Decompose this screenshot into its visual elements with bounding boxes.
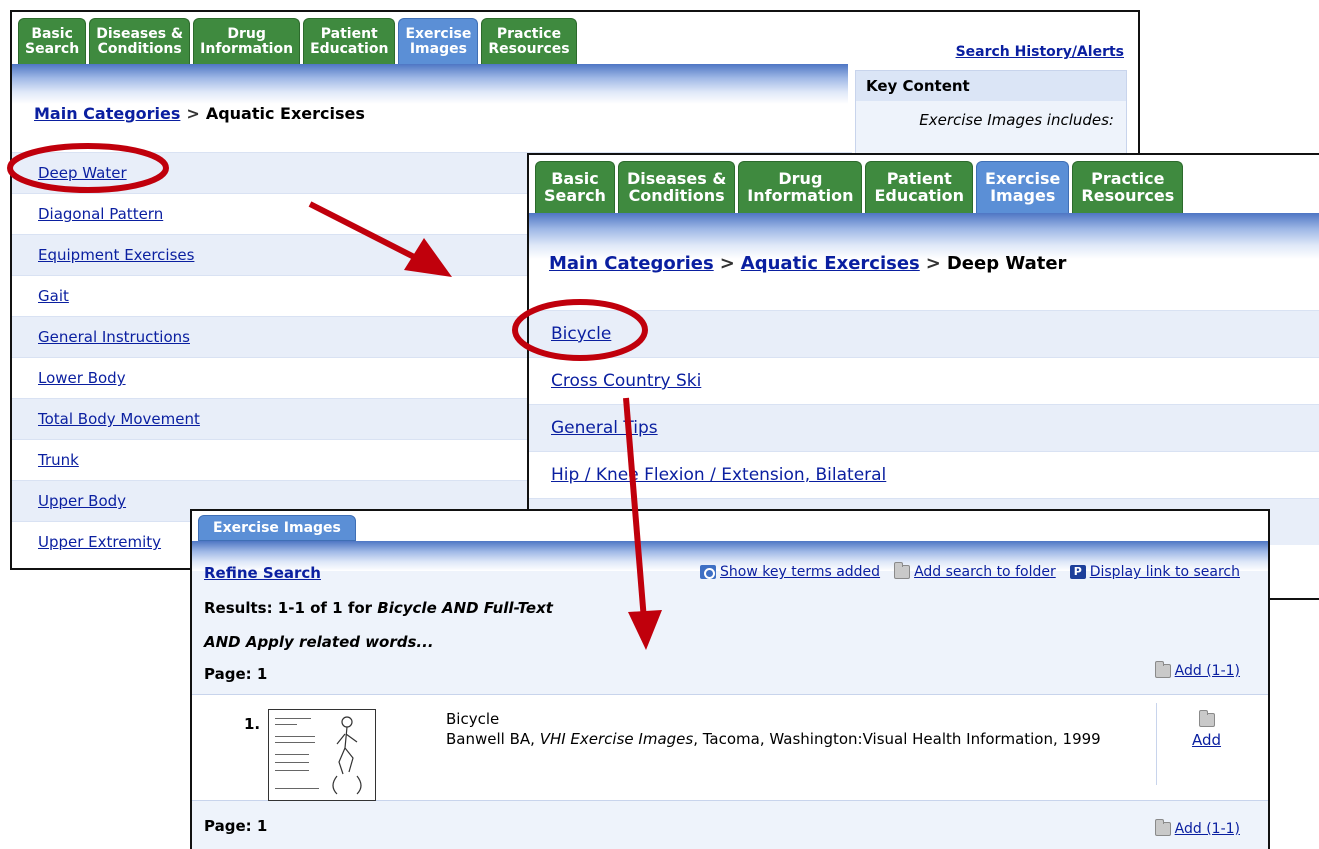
exercise-link-cross-country-ski[interactable]: Cross Country Ski (551, 371, 701, 391)
add-range-link[interactable]: Add (1-1) (1175, 663, 1240, 679)
category-link-equipment-exercises[interactable]: Equipment Exercises (38, 246, 194, 264)
breadcrumb-current: Aquatic Exercises (205, 104, 365, 123)
add-range-bottom[interactable]: Add (1-1) (1154, 819, 1240, 837)
show-key-terms-link[interactable]: Show key terms added (720, 564, 880, 580)
result-add-cell: Add (1156, 703, 1256, 785)
tab-patient-education[interactable]: Patient Education (865, 161, 974, 213)
tab-exercise-images[interactable]: Exercise Images (398, 18, 479, 64)
tab-drug-information[interactable]: Drug Information (193, 18, 301, 64)
category-link-diagonal-pattern[interactable]: Diagonal Pattern (38, 205, 163, 223)
result-citation: Bicycle Banwell BA, VHI Exercise Images,… (446, 709, 1136, 749)
add-range-top[interactable]: Add (1-1) (1154, 661, 1240, 679)
page-indicator-top: Page: 1 (204, 665, 268, 683)
result-title[interactable]: Bicycle (446, 709, 1136, 729)
tab-practice-resources[interactable]: Practice Resources (1072, 161, 1184, 213)
tab-patient-education[interactable]: Patient Education (303, 18, 396, 64)
main-tab-bar: Basic Search Diseases & Conditions Drug Inf… (18, 18, 577, 64)
key-content-title: Key Content (856, 71, 1126, 101)
folder-icon (894, 562, 911, 579)
exercise-link-bicycle[interactable]: Bicycle (551, 324, 611, 344)
category-link-gait[interactable]: Gait (38, 287, 69, 305)
breadcrumb: Main Categories > Aquatic Exercises (34, 104, 365, 123)
breadcrumb-current: Deep Water (946, 253, 1067, 274)
tab-diseases-conditions[interactable]: Diseases & Conditions (617, 161, 736, 213)
result-number: 1. (244, 715, 261, 733)
breadcrumb: Main Categories > Aquatic Exercises > Deep W… (549, 253, 1067, 274)
key-content-text: Exercise Images includes: (919, 111, 1114, 129)
list-item: Bicycle (529, 310, 1319, 357)
tab-basic-search[interactable]: Basic Search (18, 18, 87, 64)
add-search-folder-tool[interactable]: Add search to folder (894, 562, 1056, 580)
add-range-link[interactable]: Add (1-1) (1175, 821, 1240, 837)
add-search-to-folder-link[interactable]: Add search to folder (914, 564, 1056, 580)
search-history-alerts-link[interactable]: Search History/Alerts (956, 44, 1124, 60)
category-link-total-body-movement[interactable]: Total Body Movement (38, 410, 200, 428)
tab-exercise-images[interactable]: Exercise Images (198, 515, 356, 541)
main-tab-bar: Basic Search Diseases & Conditions Drug Inf… (535, 161, 1184, 213)
breadcrumb-main-categories-link[interactable]: Main Categories (549, 253, 714, 274)
tab-diseases-conditions[interactable]: Diseases & Conditions (89, 18, 191, 64)
tab-practice-resources[interactable]: Practice Resources (481, 18, 577, 64)
folder-icon (1154, 819, 1171, 836)
results-summary: Results: 1-1 of 1 for Bicycle AND Full-T… (204, 599, 553, 617)
tab-drug-information[interactable]: Drug Information (738, 161, 863, 213)
exercise-link-general-tips[interactable]: General Tips (551, 418, 658, 438)
category-link-lower-body[interactable]: Lower Body (38, 369, 126, 387)
category-link-trunk[interactable]: Trunk (38, 451, 79, 469)
folder-icon (1154, 661, 1171, 678)
category-link-general-instructions[interactable]: General Instructions (38, 328, 190, 346)
category-link-deep-water[interactable]: Deep Water (38, 164, 127, 182)
permalink-icon: P (1069, 565, 1086, 579)
list-item: Hip / Knee Flexion / Extension, Bilatera… (529, 451, 1319, 498)
table-row: 1. Bicycle Banwell BA, VHI Exercise Imag… (192, 694, 1268, 801)
display-link-to-search-link[interactable]: Display link to search (1090, 564, 1240, 580)
show-key-terms-tool[interactable]: Show key terms added (700, 564, 880, 580)
page-indicator-bottom: Page: 1 (204, 817, 268, 835)
category-link-upper-extremity[interactable]: Upper Extremity (38, 533, 161, 551)
display-link-tool[interactable]: P Display link to search (1069, 564, 1240, 580)
search-results-panel: Exercise Images Refine Search Show key t… (190, 509, 1270, 849)
folder-icon (1198, 710, 1215, 727)
result-tools: Show key terms added Add search to folde… (700, 562, 1240, 580)
exercise-thumbnail[interactable] (268, 709, 376, 801)
list-item: Cross Country Ski (529, 357, 1319, 404)
list-item: General Tips (529, 404, 1319, 451)
header-band (12, 64, 848, 104)
tab-exercise-images[interactable]: Exercise Images (976, 161, 1070, 213)
result-source: Banwell BA, VHI Exercise Images, Tacoma,… (446, 730, 1101, 748)
add-result-link[interactable]: Add (1192, 731, 1221, 749)
key-icon (700, 565, 717, 579)
related-words: AND Apply related words... (204, 633, 434, 651)
figure-icon (332, 716, 362, 795)
breadcrumb-main-categories-link[interactable]: Main Categories (34, 104, 180, 123)
category-link-upper-body[interactable]: Upper Body (38, 492, 126, 510)
breadcrumb-aquatic-exercises-link[interactable]: Aquatic Exercises (741, 253, 920, 274)
exercise-link-hip-knee-flexion[interactable]: Hip / Knee Flexion / Extension, Bilatera… (551, 465, 886, 485)
tab-basic-search[interactable]: Basic Search (535, 161, 615, 213)
refine-search-link[interactable]: Refine Search (204, 564, 321, 582)
